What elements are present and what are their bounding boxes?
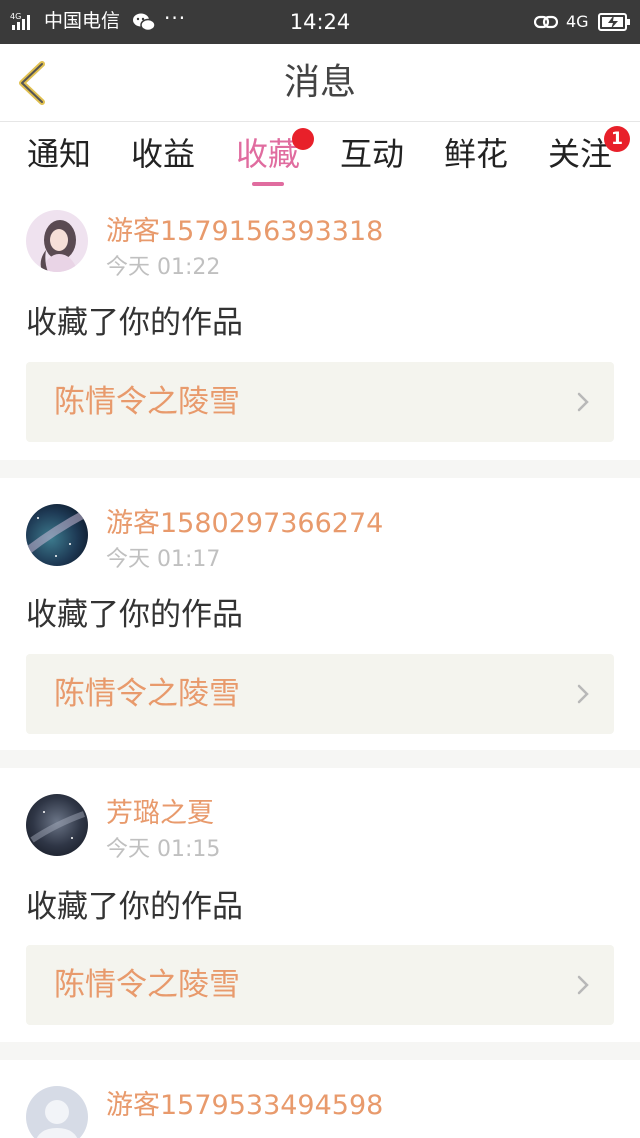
tab-label: 通知 xyxy=(26,135,91,173)
username-link[interactable]: 游客1579533494598 xyxy=(106,1090,383,1122)
battery-icon xyxy=(598,13,630,31)
tab-flowers[interactable]: 鲜花 xyxy=(436,134,516,192)
tab-follow[interactable]: 关注 1 xyxy=(540,126,630,192)
notification-card: 芳璐之夏 今天 01:15 收藏了你的作品 陈情令之陵雪 xyxy=(0,768,640,1042)
notification-card: 游客1579156393318 今天 01:22 收藏了你的作品 陈情令之陵雪 xyxy=(0,192,640,460)
tab-label: 鲜花 xyxy=(443,135,508,173)
notification-card: 游客1579533494598 xyxy=(0,1060,640,1138)
header: 消息 xyxy=(0,44,640,122)
section-divider xyxy=(0,750,640,768)
tab-label: 收藏 xyxy=(235,135,300,173)
timestamp: 今天 01:15 xyxy=(106,837,221,862)
night-sky-avatar-image xyxy=(26,794,88,856)
tab-interaction[interactable]: 互动 xyxy=(332,134,412,192)
avatar[interactable] xyxy=(26,794,88,856)
tab-earnings[interactable]: 收益 xyxy=(123,134,203,192)
work-link[interactable]: 陈情令之陵雪 xyxy=(26,945,614,1025)
action-text: 收藏了你的作品 xyxy=(26,305,243,341)
work-title: 陈情令之陵雪 xyxy=(54,967,240,1003)
tab-label: 收益 xyxy=(130,135,195,173)
timestamp: 今天 01:22 xyxy=(106,255,221,280)
tab-favorites[interactable]: 收藏 xyxy=(228,128,314,192)
timestamp: 今天 01:17 xyxy=(106,547,221,572)
active-tab-indicator xyxy=(252,182,284,186)
work-title: 陈情令之陵雪 xyxy=(54,384,240,420)
tab-notice[interactable]: 通知 xyxy=(19,134,99,192)
work-title: 陈情令之陵雪 xyxy=(54,676,240,712)
link-icon xyxy=(534,15,558,29)
avatar[interactable] xyxy=(26,1086,88,1138)
username-link[interactable]: 芳璐之夏 xyxy=(106,798,214,830)
section-divider xyxy=(0,1042,640,1060)
unread-count-badge: 1 xyxy=(604,126,630,152)
action-text: 收藏了你的作品 xyxy=(26,889,243,925)
chevron-right-icon xyxy=(577,975,589,995)
status-bar: 4G 中国电信 ··· 14:24 4G xyxy=(0,0,640,44)
milky-way-avatar-image xyxy=(26,504,88,566)
username-link[interactable]: 游客1579156393318 xyxy=(106,216,383,248)
default-user-avatar-image xyxy=(26,1086,88,1138)
tab-bar: 通知 收益 收藏 互动 鲜花 关注 1 xyxy=(0,122,640,192)
section-divider xyxy=(0,460,640,478)
chevron-right-icon xyxy=(577,392,589,412)
avatar[interactable] xyxy=(26,504,88,566)
work-link[interactable]: 陈情令之陵雪 xyxy=(26,362,614,442)
page-title: 消息 xyxy=(283,62,356,103)
work-link[interactable]: 陈情令之陵雪 xyxy=(26,654,614,734)
username-link[interactable]: 游客1580297366274 xyxy=(106,508,383,540)
tab-label: 互动 xyxy=(339,135,404,173)
action-text: 收藏了你的作品 xyxy=(26,597,243,633)
chevron-right-icon xyxy=(577,684,589,704)
notification-card: 游客1580297366274 今天 01:17 收藏了你的作品 陈情令之陵雪 xyxy=(0,478,640,750)
tab-label: 关注 xyxy=(547,135,612,173)
unread-dot xyxy=(292,128,314,150)
girl-portrait-avatar-image xyxy=(26,210,88,272)
network-type: 4G xyxy=(566,12,589,31)
avatar[interactable] xyxy=(26,210,88,272)
